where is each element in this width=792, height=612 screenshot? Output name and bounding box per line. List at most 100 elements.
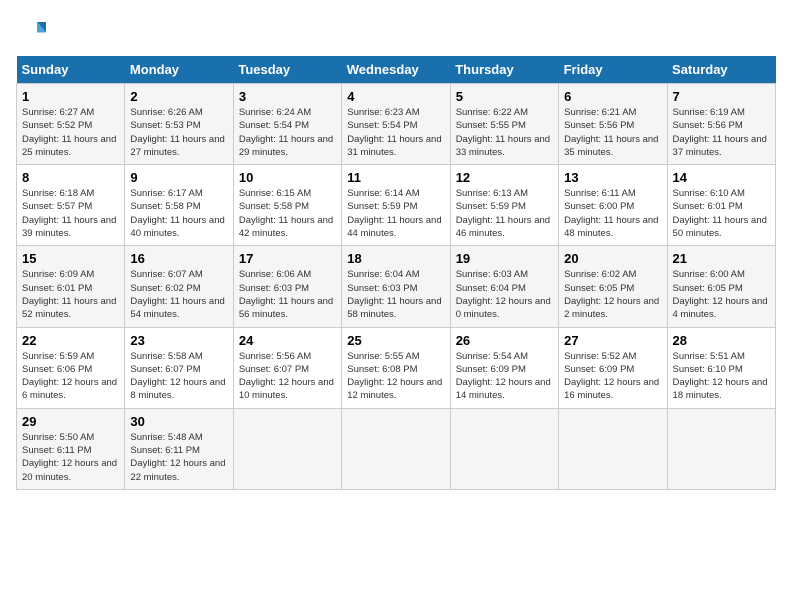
sunrise-text: Sunrise: 6:07 AM (130, 269, 202, 280)
calendar-cell: 9 Sunrise: 6:17 AM Sunset: 5:58 PM Dayli… (125, 165, 233, 246)
sunset-text: Sunset: 6:10 PM (673, 364, 743, 375)
sunrise-text: Sunrise: 6:11 AM (564, 188, 636, 199)
daylight-text: Daylight: 11 hours and 50 minutes. (673, 215, 767, 239)
sunrise-text: Sunrise: 6:02 AM (564, 269, 636, 280)
daylight-text: Daylight: 12 hours and 0 minutes. (456, 296, 551, 320)
calendar-cell: 20 Sunrise: 6:02 AM Sunset: 6:05 PM Dayl… (559, 246, 667, 327)
sunset-text: Sunset: 6:05 PM (673, 283, 743, 294)
daylight-text: Daylight: 12 hours and 14 minutes. (456, 377, 551, 401)
calendar-cell (559, 408, 667, 489)
sunset-text: Sunset: 6:03 PM (239, 283, 309, 294)
col-monday: Monday (125, 56, 233, 84)
day-info: Sunrise: 6:22 AM Sunset: 5:55 PM Dayligh… (456, 106, 553, 159)
day-info: Sunrise: 6:11 AM Sunset: 6:00 PM Dayligh… (564, 187, 661, 240)
day-info: Sunrise: 5:59 AM Sunset: 6:06 PM Dayligh… (22, 350, 119, 403)
daylight-text: Daylight: 12 hours and 2 minutes. (564, 296, 659, 320)
calendar-cell: 4 Sunrise: 6:23 AM Sunset: 5:54 PM Dayli… (342, 84, 450, 165)
day-number: 15 (22, 251, 119, 266)
calendar-cell: 13 Sunrise: 6:11 AM Sunset: 6:00 PM Dayl… (559, 165, 667, 246)
sunrise-text: Sunrise: 6:09 AM (22, 269, 94, 280)
calendar-cell: 10 Sunrise: 6:15 AM Sunset: 5:58 PM Dayl… (233, 165, 341, 246)
calendar-week-row: 22 Sunrise: 5:59 AM Sunset: 6:06 PM Dayl… (17, 327, 776, 408)
calendar-cell: 6 Sunrise: 6:21 AM Sunset: 5:56 PM Dayli… (559, 84, 667, 165)
daylight-text: Daylight: 11 hours and 39 minutes. (22, 215, 116, 239)
sunrise-text: Sunrise: 6:21 AM (564, 107, 636, 118)
sunset-text: Sunset: 5:56 PM (564, 120, 634, 131)
daylight-text: Daylight: 11 hours and 58 minutes. (347, 296, 441, 320)
sunset-text: Sunset: 5:59 PM (347, 201, 417, 212)
daylight-text: Daylight: 12 hours and 20 minutes. (22, 458, 117, 482)
daylight-text: Daylight: 12 hours and 12 minutes. (347, 377, 442, 401)
calendar-cell: 19 Sunrise: 6:03 AM Sunset: 6:04 PM Dayl… (450, 246, 558, 327)
daylight-text: Daylight: 11 hours and 46 minutes. (456, 215, 550, 239)
daylight-text: Daylight: 11 hours and 54 minutes. (130, 296, 224, 320)
calendar-cell: 2 Sunrise: 6:26 AM Sunset: 5:53 PM Dayli… (125, 84, 233, 165)
col-wednesday: Wednesday (342, 56, 450, 84)
calendar-cell: 28 Sunrise: 5:51 AM Sunset: 6:10 PM Dayl… (667, 327, 775, 408)
day-number: 21 (673, 251, 770, 266)
daylight-text: Daylight: 11 hours and 44 minutes. (347, 215, 441, 239)
day-number: 26 (456, 333, 553, 348)
sunrise-text: Sunrise: 5:59 AM (22, 351, 94, 362)
daylight-text: Daylight: 11 hours and 52 minutes. (22, 296, 116, 320)
calendar-cell: 27 Sunrise: 5:52 AM Sunset: 6:09 PM Dayl… (559, 327, 667, 408)
calendar-cell (667, 408, 775, 489)
day-info: Sunrise: 6:15 AM Sunset: 5:58 PM Dayligh… (239, 187, 336, 240)
calendar-week-row: 15 Sunrise: 6:09 AM Sunset: 6:01 PM Dayl… (17, 246, 776, 327)
day-info: Sunrise: 6:26 AM Sunset: 5:53 PM Dayligh… (130, 106, 227, 159)
sunset-text: Sunset: 5:53 PM (130, 120, 200, 131)
day-number: 4 (347, 89, 444, 104)
day-info: Sunrise: 6:13 AM Sunset: 5:59 PM Dayligh… (456, 187, 553, 240)
calendar-cell: 25 Sunrise: 5:55 AM Sunset: 6:08 PM Dayl… (342, 327, 450, 408)
calendar-week-row: 8 Sunrise: 6:18 AM Sunset: 5:57 PM Dayli… (17, 165, 776, 246)
sunrise-text: Sunrise: 6:04 AM (347, 269, 419, 280)
day-number: 6 (564, 89, 661, 104)
daylight-text: Daylight: 12 hours and 4 minutes. (673, 296, 768, 320)
sunset-text: Sunset: 6:06 PM (22, 364, 92, 375)
day-info: Sunrise: 6:23 AM Sunset: 5:54 PM Dayligh… (347, 106, 444, 159)
calendar-cell: 29 Sunrise: 5:50 AM Sunset: 6:11 PM Dayl… (17, 408, 125, 489)
sunset-text: Sunset: 5:55 PM (456, 120, 526, 131)
calendar-cell: 26 Sunrise: 5:54 AM Sunset: 6:09 PM Dayl… (450, 327, 558, 408)
sunrise-text: Sunrise: 5:51 AM (673, 351, 745, 362)
sunset-text: Sunset: 5:59 PM (456, 201, 526, 212)
daylight-text: Daylight: 11 hours and 27 minutes. (130, 134, 224, 158)
sunrise-text: Sunrise: 6:14 AM (347, 188, 419, 199)
calendar-cell: 11 Sunrise: 6:14 AM Sunset: 5:59 PM Dayl… (342, 165, 450, 246)
sunrise-text: Sunrise: 6:17 AM (130, 188, 202, 199)
sunrise-text: Sunrise: 6:24 AM (239, 107, 311, 118)
sunset-text: Sunset: 6:01 PM (22, 283, 92, 294)
calendar-cell (342, 408, 450, 489)
day-info: Sunrise: 6:14 AM Sunset: 5:59 PM Dayligh… (347, 187, 444, 240)
day-number: 14 (673, 170, 770, 185)
day-number: 19 (456, 251, 553, 266)
calendar-cell: 17 Sunrise: 6:06 AM Sunset: 6:03 PM Dayl… (233, 246, 341, 327)
page-header (16, 16, 776, 46)
daylight-text: Daylight: 12 hours and 8 minutes. (130, 377, 225, 401)
sunset-text: Sunset: 6:07 PM (130, 364, 200, 375)
sunrise-text: Sunrise: 6:27 AM (22, 107, 94, 118)
day-number: 10 (239, 170, 336, 185)
day-number: 25 (347, 333, 444, 348)
day-number: 28 (673, 333, 770, 348)
sunset-text: Sunset: 6:07 PM (239, 364, 309, 375)
sunrise-text: Sunrise: 6:18 AM (22, 188, 94, 199)
day-number: 22 (22, 333, 119, 348)
day-number: 2 (130, 89, 227, 104)
logo (16, 16, 50, 46)
calendar-cell (233, 408, 341, 489)
calendar-cell (450, 408, 558, 489)
sunset-text: Sunset: 6:03 PM (347, 283, 417, 294)
daylight-text: Daylight: 11 hours and 56 minutes. (239, 296, 333, 320)
daylight-text: Daylight: 12 hours and 6 minutes. (22, 377, 117, 401)
calendar-cell: 15 Sunrise: 6:09 AM Sunset: 6:01 PM Dayl… (17, 246, 125, 327)
sunrise-text: Sunrise: 6:23 AM (347, 107, 419, 118)
calendar-cell: 30 Sunrise: 5:48 AM Sunset: 6:11 PM Dayl… (125, 408, 233, 489)
calendar-cell: 1 Sunrise: 6:27 AM Sunset: 5:52 PM Dayli… (17, 84, 125, 165)
day-number: 7 (673, 89, 770, 104)
sunrise-text: Sunrise: 6:03 AM (456, 269, 528, 280)
day-number: 3 (239, 89, 336, 104)
daylight-text: Daylight: 11 hours and 40 minutes. (130, 215, 224, 239)
sunset-text: Sunset: 6:09 PM (456, 364, 526, 375)
calendar-cell: 7 Sunrise: 6:19 AM Sunset: 5:56 PM Dayli… (667, 84, 775, 165)
